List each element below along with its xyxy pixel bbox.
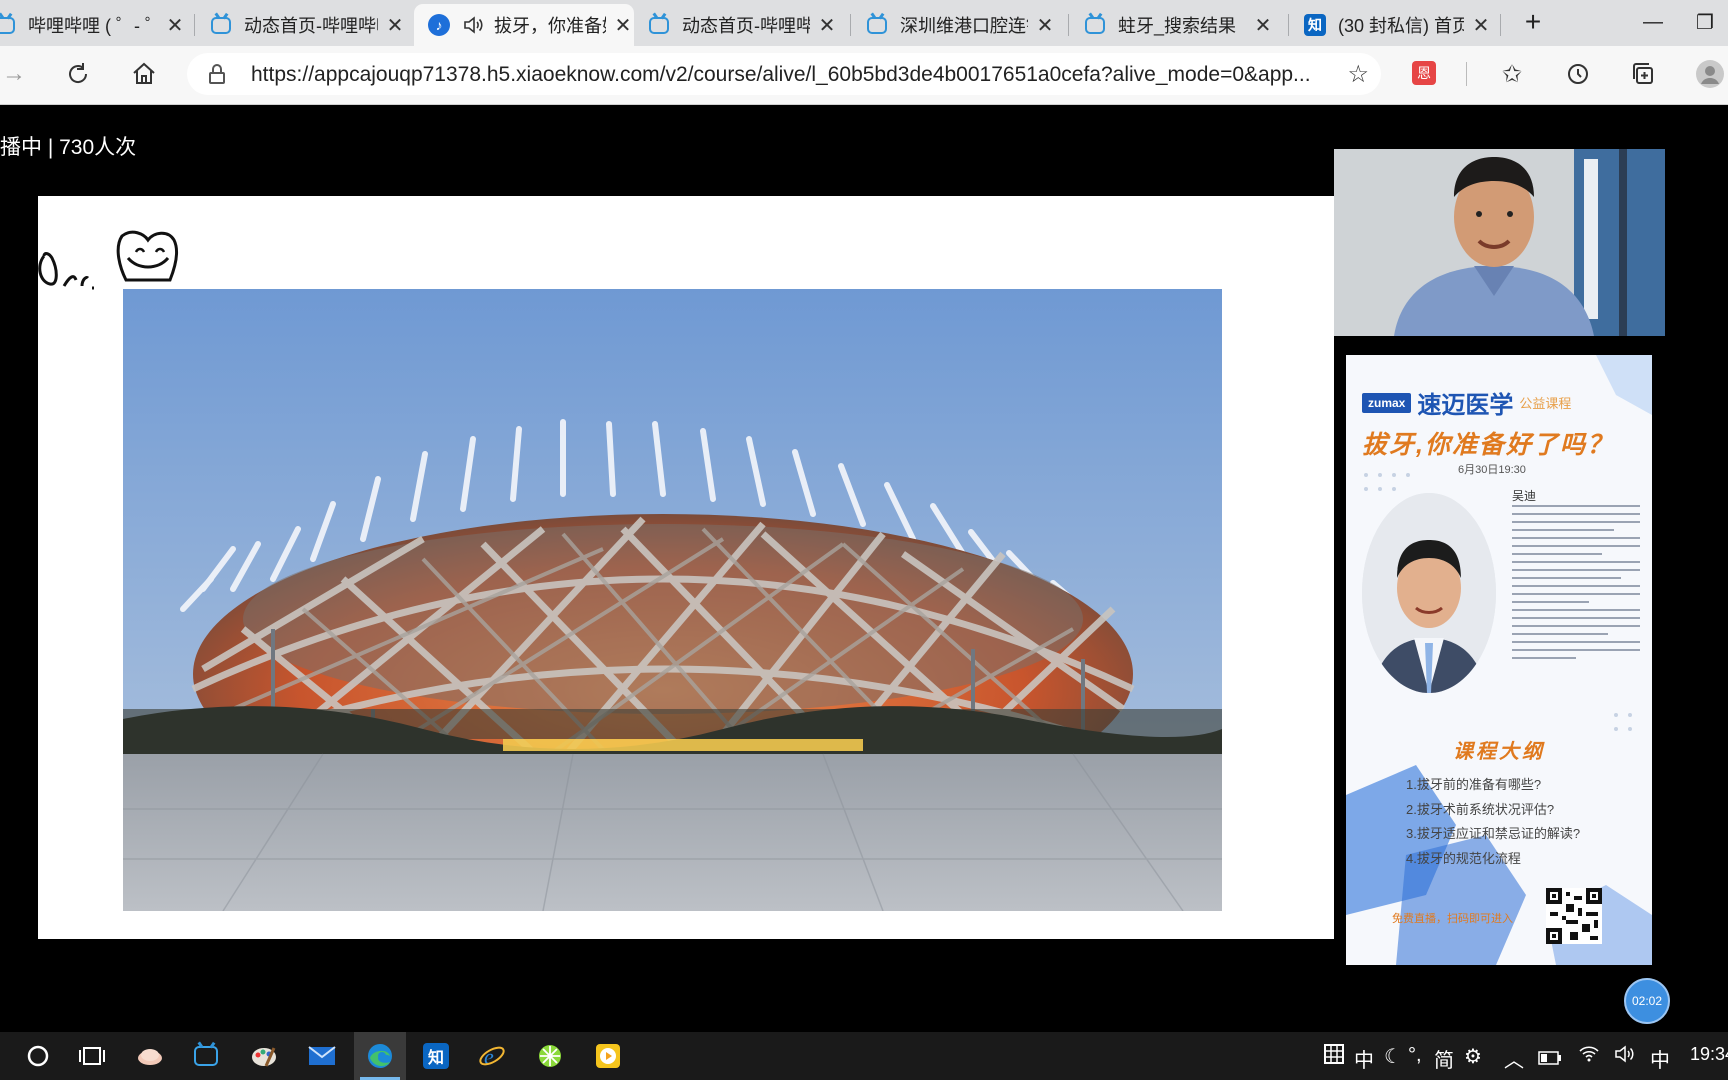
speaker-bio (1512, 505, 1640, 665)
close-tab-icon[interactable]: ✕ (816, 13, 838, 38)
taskbar: 知 e 中 ☾ °, 简 ⚙ ︿ 中 19:34 (0, 1032, 1728, 1080)
live-timer-badge[interactable]: 02:02 (1624, 978, 1670, 1024)
home-icon[interactable] (124, 54, 164, 94)
close-tab-icon[interactable]: ✕ (1034, 13, 1056, 38)
birds-nest-stadium-photo (123, 289, 1222, 911)
green-app-icon[interactable] (524, 1032, 576, 1080)
zumax-logo: zumax (1362, 392, 1412, 413)
input-language[interactable]: 中 (1650, 1044, 1670, 1073)
navigation-bar: → https://appcajouqp71378.h5.xiaoeknow.c… (0, 46, 1728, 105)
bilibili-icon (1084, 14, 1106, 36)
edge-icon[interactable] (354, 1032, 406, 1080)
media-player-icon[interactable] (582, 1032, 634, 1080)
outline-item: 1.拔牙前的准备有哪些? (1406, 777, 1542, 792)
tab-weigang-dental[interactable]: 深圳维港口腔连锁 ✕ (866, 4, 1056, 46)
moon-icon[interactable]: ☾ (1384, 1044, 1402, 1069)
favorites-icon[interactable]: ✩ (1492, 54, 1532, 94)
music-note-icon: ♪ (428, 14, 450, 36)
maximize-button[interactable]: ❐ (1682, 4, 1728, 40)
speaker-photo (1362, 493, 1496, 693)
task-view-icon[interactable] (66, 1032, 118, 1080)
poster-cta: 免费直播，扫码即可进入 (1392, 913, 1513, 925)
outline-item: 4.拔牙的规范化流程 (1406, 850, 1521, 866)
speaker-name: 吴迪 (1512, 489, 1537, 503)
battery-icon[interactable] (1538, 1048, 1562, 1071)
refresh-icon[interactable] (58, 54, 98, 94)
system-clock[interactable]: 19:34 (1690, 1044, 1728, 1065)
speaker-icon[interactable] (462, 14, 484, 36)
paint-app-icon[interactable] (238, 1032, 290, 1080)
presenter-video (1334, 149, 1665, 336)
brand-tag: 公益课程 (1519, 396, 1572, 411)
profile-avatar[interactable] (1690, 54, 1728, 94)
poster-date: 6月30日19:30 (1458, 464, 1526, 476)
show-hidden-icons[interactable]: ︿ (1504, 1044, 1524, 1073)
close-tab-icon[interactable]: ✕ (612, 13, 634, 38)
tab-active-course[interactable]: ♪ 拔牙，你准备好了吗？ ✕ (414, 4, 634, 46)
mail-icon[interactable] (296, 1032, 348, 1080)
bilibili-icon (0, 14, 16, 36)
forward-icon[interactable]: → (0, 54, 34, 94)
outline-title: 课程大纲 (1453, 741, 1545, 763)
tab-title: (30 封私信) 首页 - 知乎 (1338, 16, 1464, 36)
tab-dynamic-home[interactable]: 动态首页-哔哩哔哩 ✕ (210, 4, 406, 46)
tab-cavity-search[interactable]: 蛀牙_搜索结果 ✕ (1084, 4, 1274, 46)
search-icon[interactable] (12, 1032, 64, 1080)
tab-title: 拔牙，你准备好了吗？ (494, 16, 606, 36)
ime-grid-icon[interactable] (1324, 1044, 1344, 1070)
live-status: 播中 | 730人次 (0, 136, 137, 159)
close-tab-icon[interactable]: ✕ (1470, 13, 1492, 38)
outline-list: 1.拔牙前的准备有哪些? 2.拔牙术前系统状况评估? 3.拔牙适应证和禁忌证的解… (1406, 773, 1580, 871)
new-tab-button[interactable]: + (1510, 4, 1556, 40)
close-tab-icon[interactable]: ✕ (384, 13, 406, 38)
bilibili-icon (210, 14, 232, 36)
presentation-slide (38, 196, 1334, 939)
url-text[interactable]: https://appcajouqp71378.h5.xiaoeknow.com… (251, 63, 1321, 87)
zhihu-icon: 知 (1304, 14, 1326, 36)
course-poster: zumax 速迈医学 公益课程 拔牙,你准备好了吗？ 6月30日19:30 吴迪… (1346, 355, 1652, 965)
tab-title: 蛀牙_搜索结果 (1118, 16, 1237, 36)
brand-name: 速迈医学 (1417, 392, 1514, 419)
wifi-icon[interactable] (1578, 1044, 1600, 1070)
tab-title: 动态首页-哔哩哔哩 (244, 16, 378, 36)
tab-bilibili-home[interactable]: 哔哩哔哩 ( ゜- ゜)つロ 干杯~ ✕ (0, 4, 186, 46)
poster-brand: zumax 速迈医学 公益课程 (1362, 385, 1571, 420)
ime-settings-icon[interactable]: ⚙ (1464, 1044, 1482, 1069)
tab-zhihu[interactable]: 知 (30 封私信) 首页 - 知乎 ✕ (1304, 4, 1492, 46)
tab-title: 哔哩哔哩 ( ゜- ゜)つロ 干杯~ (28, 16, 158, 36)
bilibili-icon (866, 14, 888, 36)
tab-title: 动态首页-哔哩哔哩 (682, 16, 810, 36)
add-favorite-icon[interactable]: ☆ (1347, 60, 1369, 89)
minimize-button[interactable]: — (1630, 4, 1676, 40)
volume-icon[interactable] (1614, 1044, 1636, 1070)
close-tab-icon[interactable]: ✕ (1252, 13, 1274, 38)
outline-item: 3.拔牙适应证和禁忌证的解读? (1406, 826, 1581, 841)
zhihu-app-icon[interactable]: 知 (410, 1032, 462, 1080)
ie-icon[interactable]: e (466, 1032, 518, 1080)
tab-strip: 哔哩哔哩 ( ゜- ゜)つロ 干杯~ ✕ 动态首页-哔哩哔哩 ✕ ♪ 拔牙，你准… (0, 0, 1728, 46)
poster-title: 拔牙,你准备好了吗？ (1362, 431, 1614, 459)
address-bar[interactable]: https://appcajouqp71378.h5.xiaoeknow.com… (187, 53, 1381, 95)
ime-mode[interactable]: 中 (1354, 1044, 1374, 1073)
history-icon[interactable] (1558, 54, 1598, 94)
tab-title: 深圳维港口腔连锁 (900, 16, 1028, 36)
ime-simplified[interactable]: 简 (1434, 1044, 1454, 1073)
extension-icon[interactable]: 恩 (1412, 61, 1436, 85)
lock-icon[interactable] (209, 64, 225, 84)
collections-icon[interactable] (1624, 54, 1664, 94)
tab-dynamic-home-2[interactable]: 动态首页-哔哩哔哩 ✕ (648, 4, 838, 46)
close-tab-icon[interactable]: ✕ (164, 13, 186, 38)
outline-item: 2.拔牙术前系统状况评估? (1406, 801, 1555, 817)
bilibili-icon (648, 14, 670, 36)
qr-code (1546, 888, 1602, 944)
bilibili-app-icon[interactable] (180, 1032, 232, 1080)
cloud-app-icon[interactable] (124, 1032, 176, 1080)
punctuation-icon[interactable]: °, (1408, 1044, 1422, 1067)
